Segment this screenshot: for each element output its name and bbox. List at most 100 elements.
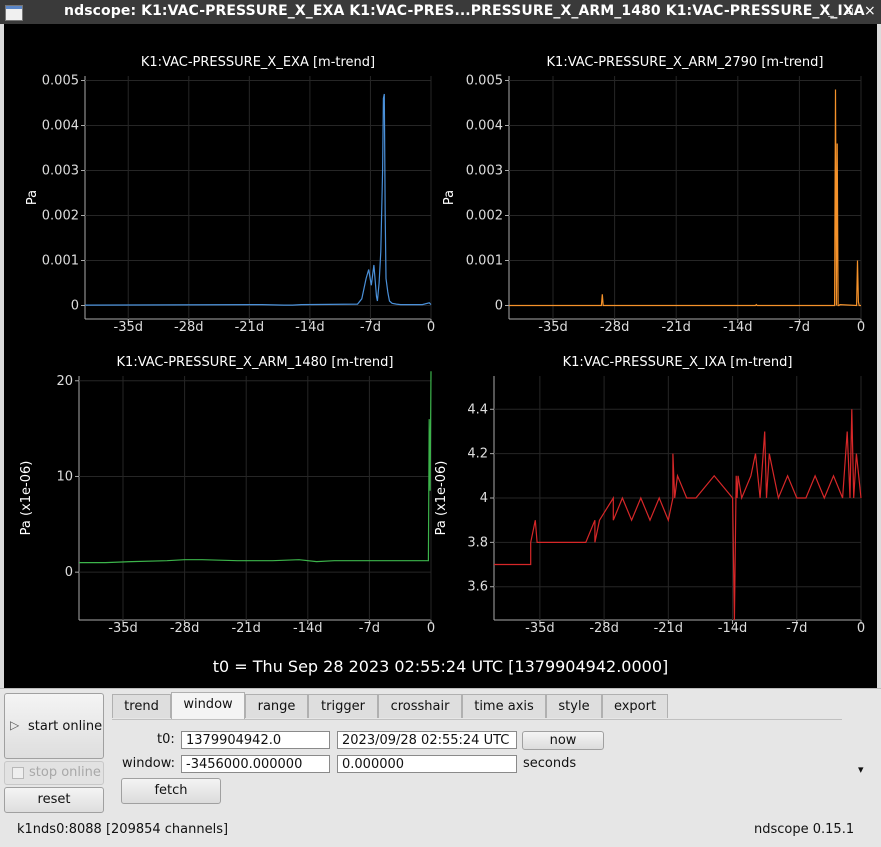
y-tick-label: 3.8 xyxy=(467,535,488,550)
plot-area: K1:VAC-PRESSURE_X_EXA [m-trend] 0.005 0.00… xyxy=(4,24,877,688)
t0-label: t0: xyxy=(157,732,175,747)
y-axis-label: Pa (x1e-06) xyxy=(434,461,449,536)
x-tick-label: 0 xyxy=(857,320,865,335)
plot-svg: K1:VAC-PRESSURE_X_EXA [m-trend] 0.005 0.00… xyxy=(25,55,435,335)
t0-gps-field[interactable]: 1379904942.0 xyxy=(181,731,330,749)
reset-button[interactable]: reset xyxy=(4,787,104,813)
x-tick-label: -35d xyxy=(108,621,138,636)
x-tick-label: -35d xyxy=(538,320,568,335)
y-tick-label: 20 xyxy=(56,374,73,389)
server-address: k1nds0:8088 xyxy=(17,822,102,837)
series-line xyxy=(509,89,861,307)
tab-trigger[interactable]: trigger xyxy=(308,694,378,718)
x-tick-label: -28d xyxy=(589,621,619,636)
x-tick-label: -14d xyxy=(718,621,748,636)
chevron-down-icon[interactable]: ▾ xyxy=(858,763,864,776)
t0-readout: t0 = Thu Sep 28 2023 02:55:24 UTC [13799… xyxy=(212,657,669,676)
x-tick-label: -14d xyxy=(295,320,325,335)
series-line xyxy=(494,409,862,621)
title-bar: ndscope: K1:VAC-PRESSURE_X_EXA K1:VAC-PR… xyxy=(0,0,881,24)
y-tick-label: 0.002 xyxy=(466,209,503,224)
x-tick-label: -21d xyxy=(654,621,684,636)
start-online-button[interactable]: ▷ start online xyxy=(4,693,104,759)
version-label: ndscope 0.15.1 xyxy=(754,822,855,837)
y-axis-label: Pa xyxy=(442,190,457,205)
plot-arm-2790[interactable]: K1:VAC-PRESSURE_X_ARM_2790 [m-trend] 0.00… xyxy=(440,24,877,344)
x-tick-label: -14d xyxy=(293,621,323,636)
stop-online-button[interactable]: stop online xyxy=(4,761,104,785)
y-axis-label: Pa (x1e-06) xyxy=(19,461,34,536)
plot-title: K1:VAC-PRESSURE_X_EXA [m-trend] xyxy=(141,55,375,70)
y-axis-label: Pa xyxy=(25,190,40,205)
now-button[interactable]: now xyxy=(522,731,604,750)
x-tick-label: -7d xyxy=(786,621,807,636)
tab-style[interactable]: style xyxy=(546,694,602,718)
x-tick-label: -28d xyxy=(170,621,200,636)
tab-divider xyxy=(112,719,842,720)
tab-time-axis[interactable]: time axis xyxy=(462,694,546,718)
x-tick-label: -21d xyxy=(235,320,265,335)
x-tick-label: -21d xyxy=(231,621,261,636)
x-tick-label: 0 xyxy=(427,621,435,636)
y-tick-label: 0.003 xyxy=(42,164,79,179)
plot-svg: K1:VAC-PRESSURE_X_ARM_1480 [m-trend] 20 10… xyxy=(19,355,435,636)
plot-svg: K1:VAC-PRESSURE_X_ARM_2790 [m-trend] 0.00… xyxy=(442,55,865,335)
y-tick-label: 0.003 xyxy=(466,164,503,179)
y-tick-label: 0.005 xyxy=(42,74,79,89)
y-tick-label: 4.4 xyxy=(467,402,488,417)
x-tick-label: -28d xyxy=(174,320,204,335)
y-tick-label: 3.6 xyxy=(467,580,488,595)
x-tick-label: -21d xyxy=(661,320,691,335)
y-tick-label: 10 xyxy=(56,469,73,484)
x-tick-label: -28d xyxy=(600,320,630,335)
y-tick-label: 0.002 xyxy=(42,209,79,224)
y-tick-label: 4 xyxy=(480,491,488,506)
y-tick-label: 0 xyxy=(71,299,79,314)
t0-utc-field[interactable]: 2023/09/28 02:55:24 UTC xyxy=(337,731,517,749)
x-tick-label: 0 xyxy=(857,621,865,636)
series-line xyxy=(79,371,432,564)
seconds-label: seconds xyxy=(523,756,577,771)
x-tick-label: -14d xyxy=(723,320,753,335)
plot-title: K1:VAC-PRESSURE_X_ARM_1480 [m-trend] xyxy=(117,355,394,370)
plot-title: K1:VAC-PRESSURE_X_IXA [m-trend] xyxy=(563,355,793,370)
y-tick-label: 0.004 xyxy=(466,119,503,134)
start-online-label: start online xyxy=(28,719,103,734)
y-tick-label: 0.001 xyxy=(42,254,79,269)
x-tick-label: -35d xyxy=(114,320,144,335)
plot-exa[interactable]: K1:VAC-PRESSURE_X_EXA [m-trend] 0.005 0.00… xyxy=(4,24,440,344)
window-end-field[interactable]: 0.000000 xyxy=(337,755,517,773)
y-tick-label: 0.005 xyxy=(466,74,503,89)
x-tick-label: -7d xyxy=(359,621,380,636)
play-icon: ▷ xyxy=(10,718,20,732)
y-tick-label: 0 xyxy=(65,565,73,580)
window-title: ndscope: K1:VAC-PRESSURE_X_EXA K1:VAC-PR… xyxy=(64,3,865,19)
stop-icon xyxy=(12,767,24,779)
y-tick-label: 0.001 xyxy=(466,254,503,269)
tab-export[interactable]: export xyxy=(602,694,668,718)
y-tick-label: 4.2 xyxy=(467,447,488,462)
x-tick-label: 0 xyxy=(427,320,435,335)
control-panel: ▷ start online stop online reset trend w… xyxy=(0,688,881,847)
stop-online-label: stop online xyxy=(29,765,101,780)
tab-window[interactable]: window xyxy=(171,692,245,719)
x-tick-label: -7d xyxy=(789,320,810,335)
plot-arm-1480[interactable]: K1:VAC-PRESSURE_X_ARM_1480 [m-trend] 20 10… xyxy=(4,344,440,644)
y-tick-label: 0.004 xyxy=(42,119,79,134)
maximize-button[interactable]: ▫ xyxy=(845,5,855,16)
server-status: k1nds0:8088 [209854 channels] xyxy=(17,822,228,837)
tab-trend[interactable]: trend xyxy=(112,694,171,718)
close-button[interactable]: × xyxy=(864,4,876,18)
minimize-button[interactable]: _ xyxy=(826,5,836,16)
tab-range[interactable]: range xyxy=(245,694,308,718)
window-start-field[interactable]: -3456000.000000 xyxy=(181,755,330,773)
channel-count: [209854 channels] xyxy=(105,822,229,837)
y-tick-label: 0 xyxy=(495,299,503,314)
window-label: window: xyxy=(122,756,175,771)
tab-crosshair[interactable]: crosshair xyxy=(378,694,462,718)
x-tick-label: -7d xyxy=(360,320,381,335)
plot-ixa[interactable]: K1:VAC-PRESSURE_X_IXA [m-trend] 4.4 4.2 4 3.… xyxy=(434,344,877,644)
fetch-button[interactable]: fetch xyxy=(121,778,221,804)
x-tick-label: -35d xyxy=(525,621,555,636)
plot-title: K1:VAC-PRESSURE_X_ARM_2790 [m-trend] xyxy=(547,55,824,70)
